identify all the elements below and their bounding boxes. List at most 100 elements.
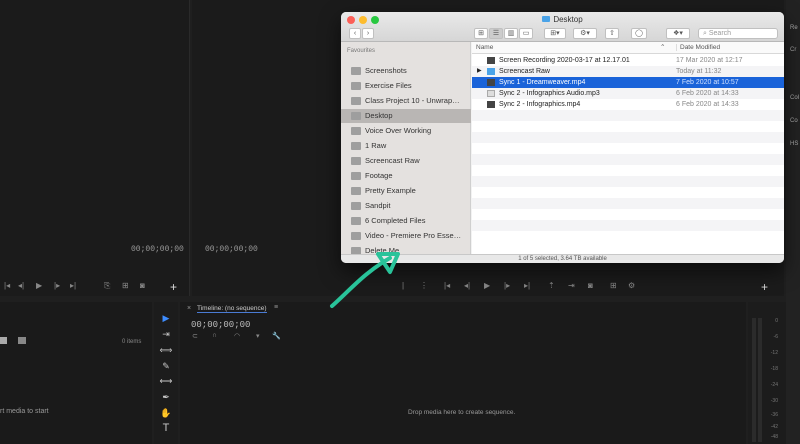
list-view-icon[interactable] (0, 337, 7, 344)
dropbox-button[interactable]: ❖▾ (666, 28, 690, 39)
source-timecode: 00;00;00;00 (131, 245, 184, 254)
sidebar-item[interactable]: Screenshots (341, 64, 471, 78)
step-back-icon[interactable]: ◂| (464, 281, 470, 290)
go-in-icon[interactable]: |◂ (444, 281, 450, 290)
action-gear-button[interactable]: ⚙▾ (573, 28, 597, 39)
insert-icon[interactable]: ⎘ (104, 281, 110, 291)
group-button[interactable]: ⊞▾ (544, 28, 566, 39)
right-panel (786, 0, 800, 444)
snap-icon[interactable]: ⊂ (192, 332, 198, 340)
sidebar-item-label: Exercise Files (365, 81, 412, 90)
timeline-close-icon[interactable]: × (187, 305, 191, 312)
settings-icon[interactable]: ⚙ (628, 281, 635, 290)
sidebar-item[interactable]: Desktop (341, 109, 471, 123)
sidebar-item[interactable]: Class Project 10 - Unwrap… (341, 94, 471, 108)
forward-button[interactable]: › (362, 28, 374, 39)
share-button[interactable]: ⇧ (605, 28, 619, 39)
sidebar-item-label: Voice Over Working (365, 126, 432, 135)
type-tool-icon[interactable]: T (158, 421, 174, 435)
file-row[interactable]: ▶ Screencast Raw Today at 11:32 (472, 66, 784, 77)
camera-icon[interactable]: ◙ (588, 281, 593, 290)
folder-icon (542, 16, 551, 22)
file-row[interactable]: Sync 2 - Infographics Audio.mp3 6 Feb 202… (472, 88, 784, 99)
file-row[interactable]: Sync 1 - Dreamweaver.mp4 7 Feb 2020 at 10… (472, 77, 784, 88)
compare-icon[interactable]: ⊞ (610, 281, 617, 290)
go-out-icon[interactable]: ▸| (524, 281, 530, 290)
right-panel-label[interactable]: Cr (790, 47, 796, 53)
marker-icon[interactable]: ▾ (256, 332, 260, 340)
column-view-button[interactable]: ▥ (504, 28, 518, 39)
timeline-menu-icon[interactable]: ≡ (274, 304, 278, 311)
sidebar-item[interactable]: 6 Completed Files (341, 214, 471, 228)
ripple-edit-tool-icon[interactable]: ⟺ (158, 343, 174, 357)
right-panel-label[interactable]: Re (790, 25, 798, 31)
folder-icon (351, 187, 361, 195)
overwrite-icon[interactable]: ⊞ (122, 281, 129, 290)
wrench-icon[interactable]: 🔧 (272, 332, 281, 340)
file-date: 17 Mar 2020 at 12:17 (676, 57, 743, 64)
pen-tool-icon[interactable]: ✒ (158, 390, 174, 404)
date-column-header[interactable]: Date Modified (676, 44, 720, 51)
sidebar-item[interactable]: Sandpit (341, 199, 471, 213)
go-out-icon[interactable]: ▸| (70, 281, 76, 290)
sidebar-item[interactable]: Exercise Files (341, 79, 471, 93)
sidebar-item[interactable]: 1 Raw (341, 139, 471, 153)
source-add-button[interactable]: + (170, 280, 177, 294)
back-button[interactable]: ‹ (349, 28, 361, 39)
meter-tick: 0 (775, 318, 778, 324)
play-icon[interactable]: ▶ (484, 281, 490, 290)
sidebar-item[interactable]: Screencast Raw (341, 154, 471, 168)
meter-tick: -36 (770, 412, 778, 418)
razor-tool-icon[interactable]: ✎ (158, 359, 174, 373)
marker-icon[interactable]: ⋮ (420, 281, 428, 290)
file-date: 7 Feb 2020 at 10:57 (676, 79, 739, 86)
selection-tool-icon[interactable]: ▶ (158, 311, 174, 325)
sidebar-item[interactable]: Video - Premiere Pro Esse… (341, 229, 471, 243)
icon-view-button[interactable]: ⊞ (474, 28, 488, 39)
program-add-button[interactable]: + (761, 280, 768, 294)
sidebar-item-label: 6 Completed Files (365, 216, 426, 225)
project-drop-hint: rt media to start (0, 408, 49, 415)
timeline-timecode: 00;00;00;00 (191, 320, 251, 330)
disclosure-triangle-icon[interactable]: ▶ (477, 66, 482, 77)
play-icon[interactable]: ▶ (36, 281, 42, 290)
folder-icon (351, 112, 361, 120)
hand-tool-icon[interactable]: ✋ (158, 406, 174, 420)
step-forward-icon[interactable]: |▸ (504, 281, 510, 290)
gallery-view-button[interactable]: ▭ (519, 28, 533, 39)
file-icon (487, 79, 495, 86)
sidebar-item[interactable]: Footage (341, 169, 471, 183)
empty-row (472, 231, 784, 242)
list-view-button[interactable]: ☰ (489, 28, 503, 39)
track-select-tool-icon[interactable]: ⇥ (158, 327, 174, 341)
empty-row (472, 220, 784, 231)
sidebar-item[interactable]: Voice Over Working (341, 124, 471, 138)
step-back-icon[interactable]: ◂| (18, 281, 24, 290)
slip-tool-icon[interactable]: ⟷ (158, 374, 174, 388)
camera-icon[interactable]: ◙ (140, 281, 145, 290)
file-row[interactable]: Screen Recording 2020-03-17 at 12.17.01 1… (472, 55, 784, 66)
extract-icon[interactable]: ⇥ (568, 281, 575, 290)
tags-button[interactable]: ◯ (631, 28, 647, 39)
file-row[interactable]: Sync 2 - Infographics.mp4 6 Feb 2020 at 1… (472, 99, 784, 110)
right-panel-label[interactable]: Col (790, 95, 799, 101)
lift-icon[interactable]: ⇡ (548, 281, 555, 290)
icon-view-icon[interactable] (18, 337, 26, 344)
search-field[interactable]: ⌕ Search (698, 28, 778, 39)
folder-icon (351, 67, 361, 75)
file-icon (487, 101, 495, 108)
step-forward-icon[interactable]: |▸ (54, 281, 60, 290)
folder-icon (351, 172, 361, 180)
name-column-header[interactable]: Name (476, 44, 493, 51)
timeline-title[interactable]: Timeline: (no sequence) (197, 305, 267, 313)
empty-row (472, 121, 784, 132)
meter-tick: -30 (770, 398, 778, 404)
finder-window: Desktop ‹ › ⊞ ☰ ▥ ▭ ⊞▾ ⚙▾ ⇧ ◯ ❖▾ ⌕ Searc… (341, 12, 784, 263)
right-panel-label[interactable]: HS (790, 141, 798, 147)
sidebar-item[interactable]: Pretty Example (341, 184, 471, 198)
right-panel-label[interactable]: Co (790, 118, 798, 124)
mark-in-icon[interactable]: |◂ (4, 281, 10, 290)
sidebar-item-label: Sandpit (365, 201, 391, 210)
linked-selection-icon[interactable]: ∩ (212, 332, 217, 339)
add-marker-icon[interactable]: ◠ (234, 332, 240, 340)
